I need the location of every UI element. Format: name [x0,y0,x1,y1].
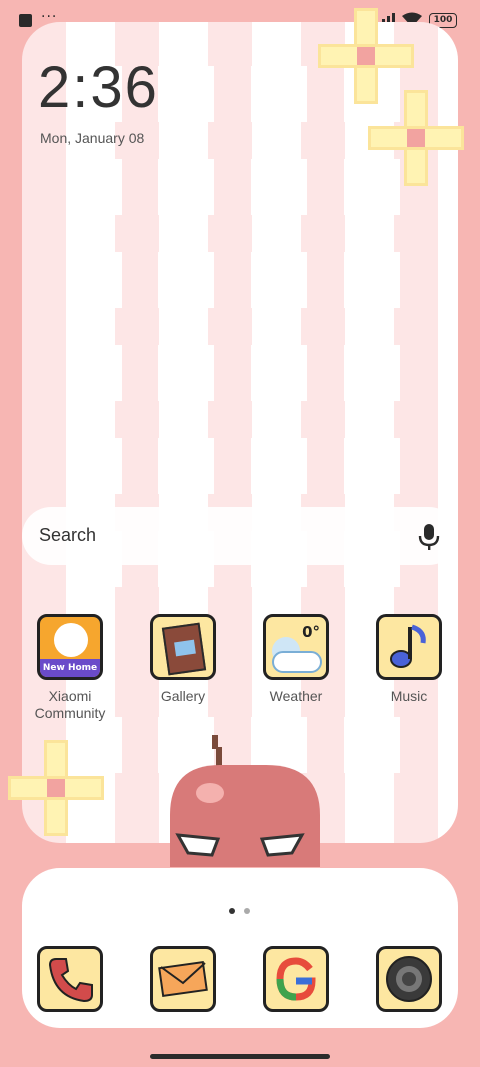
app-label: Music [390,688,428,704]
xiaomi-community-badge: New Home [40,659,100,677]
app-weather[interactable]: 0° Weather [251,614,341,705]
mic-icon[interactable] [418,523,440,551]
search-bar[interactable]: Search [22,507,458,565]
music-icon [376,614,442,680]
camera-icon[interactable] [376,946,442,1012]
phone-icon[interactable] [37,946,103,1012]
app-music[interactable]: Music [364,614,454,705]
home-indicator-bar[interactable] [150,1054,330,1059]
app-label: Gallery [160,688,206,704]
weather-icon: 0° [263,614,329,680]
app-label: Xiaomi Community [34,688,106,721]
search-label: Search [39,525,97,545]
dock [22,868,458,1028]
app-label: Weather [269,688,323,704]
page-dot-active [229,908,235,914]
clock-time[interactable]: 2:36 [38,54,159,121]
google-icon[interactable] [263,946,329,1012]
weather-temp: 0° [302,623,320,641]
gallery-icon [150,614,216,680]
xiaomi-community-icon: New Home [37,614,103,680]
clock-date[interactable]: Mon, January 08 [40,130,144,146]
app-xiaomi-community[interactable]: New Home Xiaomi Community [25,614,115,722]
flower-decoration-icon [8,740,104,836]
app-gallery[interactable]: Gallery [138,614,228,705]
apple-character-illustration [170,735,320,867]
envelope-icon[interactable] [150,946,216,1012]
flower-decoration-icon [368,90,464,186]
page-indicator[interactable] [229,908,253,916]
page-dot [244,908,250,914]
